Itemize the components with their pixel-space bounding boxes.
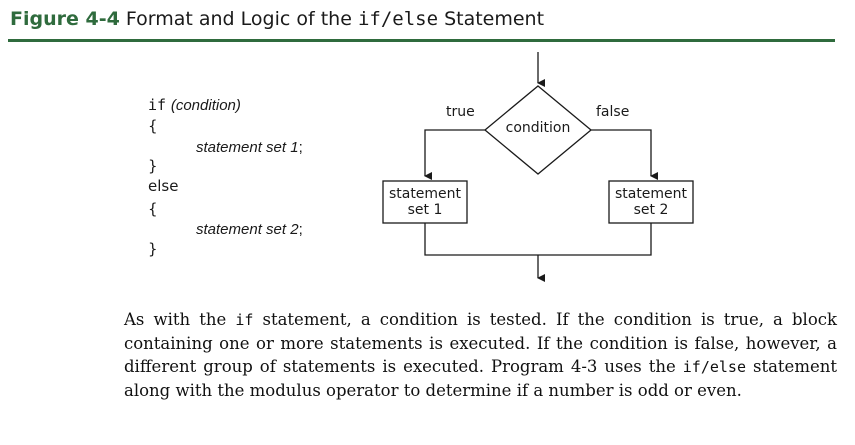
merge-line (424, 223, 652, 256)
true-branch-line (424, 129, 485, 180)
true-label: true (446, 104, 475, 120)
statement-box-2-label: statement set 2 (609, 186, 693, 218)
statement-box-1-line1: statement (388, 186, 462, 202)
statement-box-1-line2: set 1 (407, 202, 443, 218)
para-code-if: if (235, 311, 254, 329)
statement-box-2-line2: set 2 (633, 202, 669, 218)
statement-box-1-label: statement set 1 (383, 186, 467, 218)
body-paragraph: As with the if statement, a condition is… (124, 308, 837, 402)
false-label: false (596, 104, 630, 120)
decision-label: condition (505, 120, 571, 136)
para-text-1: As with the (124, 310, 236, 329)
false-branch-line (591, 129, 658, 180)
statement-box-2-line1: statement (614, 186, 688, 202)
para-code-if-else: if/else (682, 358, 746, 376)
